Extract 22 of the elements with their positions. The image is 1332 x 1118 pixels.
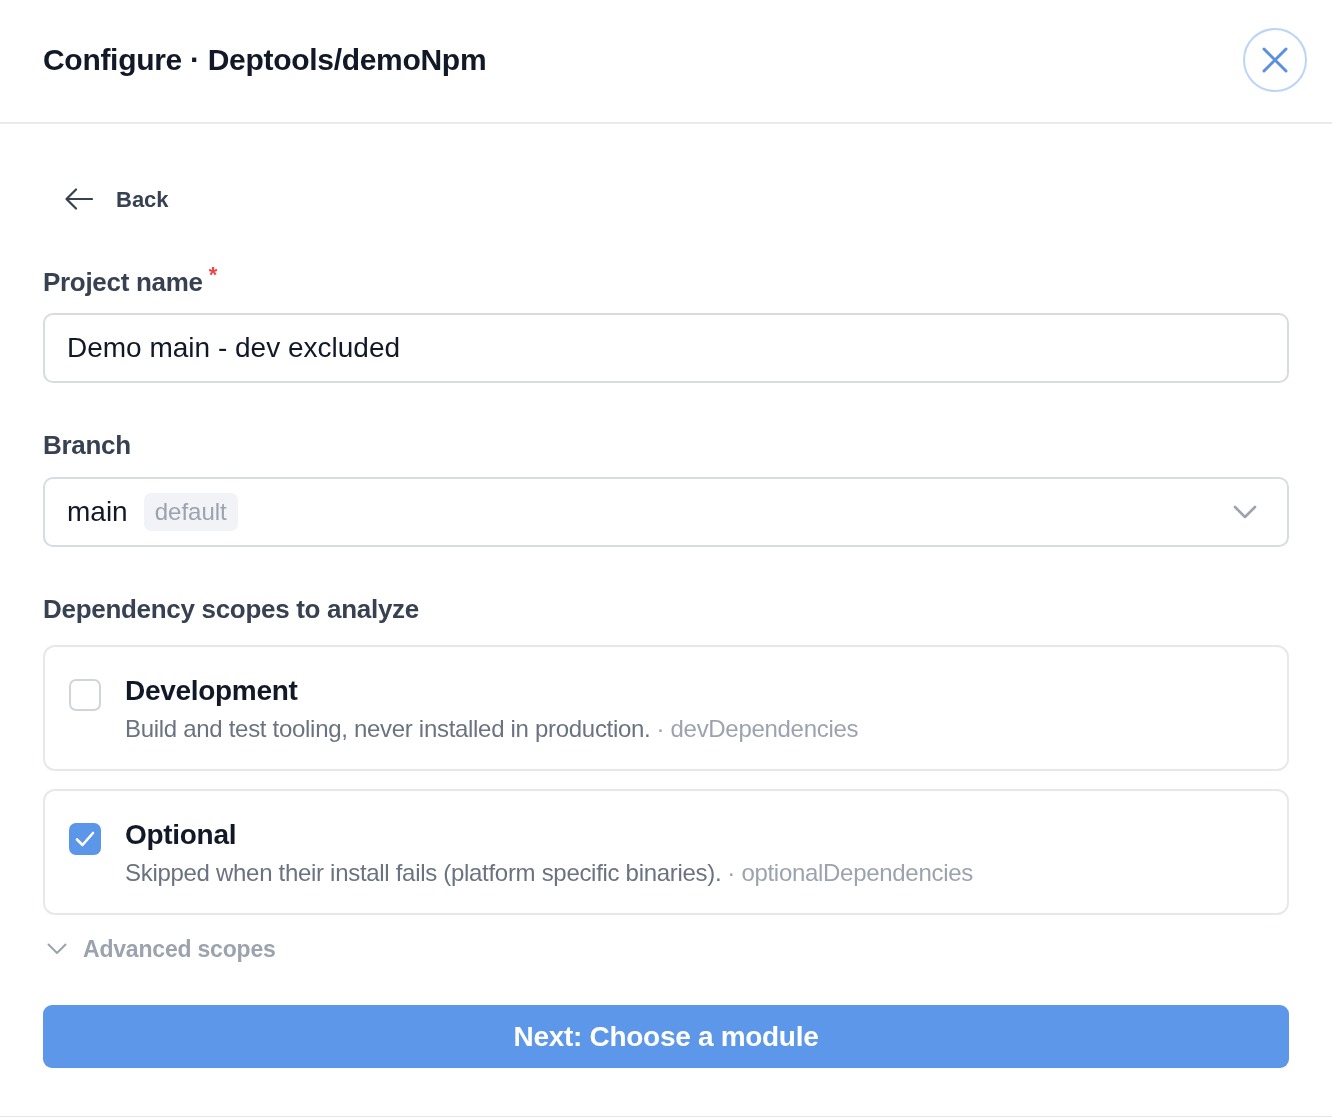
checkbox[interactable] [69, 823, 101, 855]
package-key: · optionalDependencies [727, 858, 973, 888]
field-label: Branch [43, 429, 131, 461]
package-key: · devDependencies [656, 714, 859, 744]
checkbox[interactable] [69, 679, 101, 711]
scope-title: Optional [125, 818, 237, 852]
default-badge: default [143, 493, 238, 531]
required-mark: * [208, 264, 218, 286]
scope-description: Build and test tooling, never installed in production. [125, 714, 651, 744]
scope-description: Skipped when their install fails (platform specific binaries). [125, 858, 722, 888]
back-button[interactable]: Back [65, 182, 169, 216]
field-label: Project name [43, 266, 203, 298]
chevron-down-icon [47, 943, 67, 955]
close-icon [1262, 47, 1288, 73]
check-icon [75, 831, 95, 847]
chevron-down-icon [1233, 505, 1257, 519]
dialog-title: Configure · Deptools/demoNpm [43, 41, 487, 78]
scope-title: Development [125, 674, 298, 708]
arrow-left-icon [65, 188, 93, 210]
branch-select[interactable]: main default [43, 477, 1289, 547]
section-heading: Dependency scopes to analyze [43, 593, 420, 625]
project-name-input[interactable]: Demo main - dev excluded [43, 313, 1289, 383]
